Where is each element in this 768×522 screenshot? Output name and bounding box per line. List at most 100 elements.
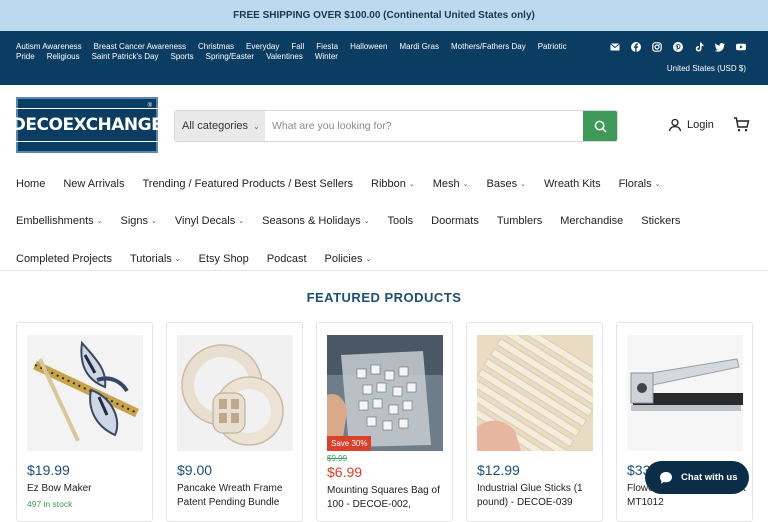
chevron-down-icon: ⌄ <box>520 180 526 188</box>
currency-selector[interactable]: United States (USD $) <box>667 64 746 73</box>
nav-item[interactable]: Home <box>16 178 45 190</box>
product-title[interactable]: Pancake Wreath Frame Patent Pending Bund… <box>177 482 297 510</box>
nav-item[interactable]: Podcast <box>267 253 307 265</box>
nav-item-label: Bases <box>486 177 518 190</box>
nav-item[interactable]: Embellishments ⌄ <box>16 215 103 227</box>
nav-item[interactable]: Trending / Featured Products / Best Sell… <box>142 178 353 190</box>
pinterest-icon[interactable] <box>673 42 683 52</box>
nav-item-label: New Arrivals <box>63 177 125 190</box>
occasion-link[interactable]: Halloween <box>350 42 387 52</box>
chevron-down-icon: ⌄ <box>96 218 103 226</box>
occasion-link[interactable]: Autism Awareness <box>16 42 82 52</box>
nav-item[interactable]: Seasons & Holidays ⌄ <box>262 215 369 227</box>
occasion-link[interactable]: Mothers/Fathers Day <box>451 42 526 52</box>
mail-icon[interactable] <box>610 42 620 52</box>
site-logo[interactable]: DECOEXCHANGE ® <box>4 97 170 153</box>
nav-item-label: Signs <box>120 215 149 228</box>
nav-item[interactable]: Stickers <box>641 215 680 227</box>
nav-item[interactable]: Tumblers <box>497 215 542 227</box>
nav-row: Embellishments ⌄ Signs ⌄ Vinyl Decals ⌄ Season… <box>16 203 756 241</box>
registered-mark: ® <box>147 103 152 109</box>
product-image[interactable] <box>177 335 293 451</box>
search-input[interactable] <box>265 111 583 141</box>
youtube-icon[interactable] <box>736 42 746 52</box>
product-image[interactable] <box>627 335 743 451</box>
tiktok-icon[interactable] <box>694 42 704 52</box>
product-title[interactable]: Industrial Glue Sticks (1 pound) - DECOE… <box>477 482 597 510</box>
twitter-icon[interactable] <box>715 42 725 52</box>
occasion-link[interactable]: Saint Patrick's Day <box>92 52 159 62</box>
nav-item-label: Ribbon <box>371 177 406 190</box>
nav-item-label: Merchandise <box>560 215 624 228</box>
occasion-link[interactable]: Spring/Easter <box>206 52 254 62</box>
product-image[interactable]: Save 30% <box>327 335 443 451</box>
occasion-link[interactable]: Fall <box>291 42 304 52</box>
occasion-link[interactable]: Everyday <box>246 42 279 52</box>
nav-item[interactable]: Etsy Shop <box>199 253 249 265</box>
compare-at-price: $9.99 <box>327 454 348 463</box>
nav-item[interactable]: Policies ⌄ <box>325 253 372 265</box>
occasion-link[interactable]: Winter <box>315 52 338 62</box>
category-select[interactable]: All categories ⌄ <box>175 111 265 141</box>
occasion-link[interactable]: Religious <box>47 52 80 62</box>
nav-item[interactable]: Doormats <box>431 215 479 227</box>
nav-item[interactable]: Bases ⌄ <box>487 178 526 190</box>
nav-item[interactable]: New Arrivals <box>63 178 124 190</box>
nav-item[interactable]: Merchandise <box>560 215 623 227</box>
nav-item-label: Embellishments <box>16 215 94 228</box>
product-title[interactable]: Mounting Squares Bag of 100 - DECOE-002, <box>327 484 447 512</box>
chevron-down-icon: ⌄ <box>174 255 181 263</box>
nav-item[interactable]: Mesh ⌄ <box>433 178 469 190</box>
nav-item[interactable]: Vinyl Decals ⌄ <box>175 215 244 227</box>
chevron-down-icon: ⌄ <box>363 218 370 226</box>
social-links <box>610 42 746 52</box>
chevron-down-icon: ⌄ <box>238 218 245 226</box>
nav-item[interactable]: Ribbon ⌄ <box>371 178 415 190</box>
occasion-link[interactable]: Christmas <box>198 42 234 52</box>
occasion-link[interactable]: Pride <box>16 52 35 62</box>
search-button[interactable] <box>583 111 617 141</box>
sale-badge: Save 30% <box>327 436 372 451</box>
product-image[interactable] <box>27 335 143 451</box>
featured-title: FEATURED PRODUCTS <box>306 290 462 305</box>
nav-item-label: Stickers <box>641 215 681 228</box>
cart-button[interactable] <box>733 116 750 138</box>
occasion-links: Autism Awareness Breast Cancer Awareness C… <box>16 42 586 62</box>
search-bar: All categories ⌄ <box>174 110 618 142</box>
login-link[interactable]: Login <box>668 118 714 132</box>
product-image[interactable] <box>477 335 593 451</box>
product-card[interactable]: $19.99 Ez Bow Maker 497 in stock <box>16 322 153 522</box>
nav-item[interactable]: Wreath Kits <box>544 178 601 190</box>
product-title[interactable]: Ez Bow Maker <box>27 482 147 496</box>
nav-item[interactable]: Signs ⌄ <box>121 215 157 227</box>
occasion-link[interactable]: Fiesta <box>316 42 338 52</box>
facebook-icon[interactable] <box>631 42 641 52</box>
nav-item[interactable]: Tutorials ⌄ <box>130 253 181 265</box>
instagram-icon[interactable] <box>652 42 662 52</box>
chat-button[interactable]: Chat with us <box>645 461 749 494</box>
occasion-link[interactable]: Mardi Gras <box>399 42 439 52</box>
occasion-link[interactable]: Breast Cancer Awareness <box>94 42 186 52</box>
product-card[interactable]: Save 30% $9.99 $6.99 Mounting Squares Ba… <box>316 322 453 522</box>
nav-item[interactable]: Florals ⌄ <box>619 178 661 190</box>
nav-item[interactable]: Tools <box>387 215 413 227</box>
nav-item-label: Tools <box>387 215 414 228</box>
occasion-link[interactable]: Patriotic <box>538 42 567 52</box>
product-price: $6.99 <box>327 464 363 480</box>
nav-row: Completed Projects Tutorials ⌄ Etsy Shop Pod… <box>16 240 756 278</box>
chevron-down-icon: ⌄ <box>408 180 415 188</box>
chevron-down-icon: ⌄ <box>151 218 157 226</box>
product-card[interactable]: $12.99 Industrial Glue Sticks (1 pound) … <box>466 322 603 522</box>
stock-status: 497 in stock <box>27 499 73 509</box>
occasion-link[interactable]: Valentines <box>266 52 303 62</box>
nav-item-label: Mesh <box>432 177 460 190</box>
nav-item[interactable]: Completed Projects <box>16 253 112 265</box>
search-icon <box>594 120 607 133</box>
top-bar: Autism Awareness Breast Cancer Awareness C… <box>0 31 768 85</box>
nav-row: Home New Arrivals Trending / Featured Prod… <box>16 165 756 203</box>
nav-item-label: Seasons & Holidays <box>262 215 361 228</box>
product-card[interactable]: $9.00 Pancake Wreath Frame Patent Pendin… <box>166 322 303 522</box>
nav-item-label: Florals <box>618 177 652 190</box>
login-label: Login <box>687 119 714 131</box>
occasion-link[interactable]: Sports <box>170 52 193 62</box>
